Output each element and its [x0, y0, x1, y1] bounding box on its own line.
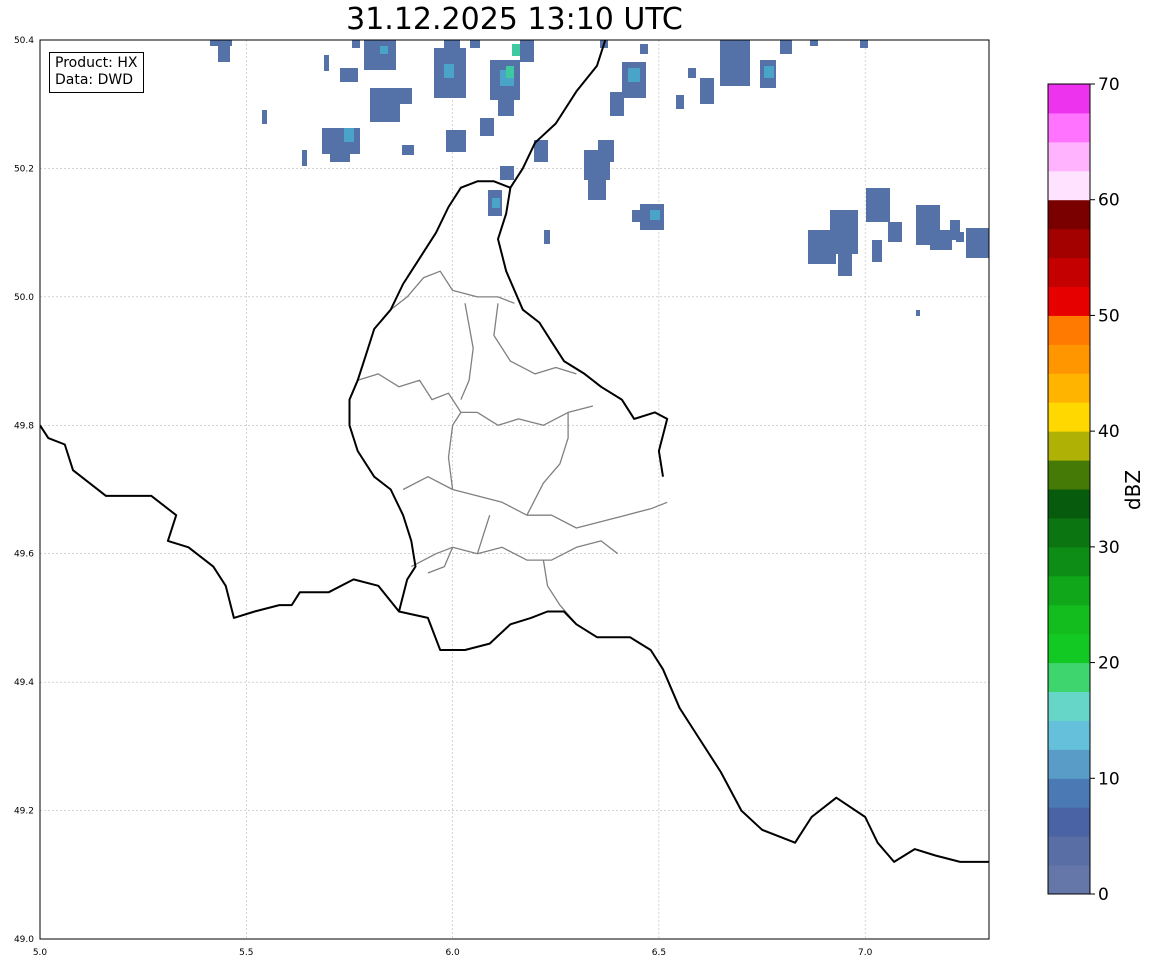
colorbar-segment	[1048, 286, 1090, 316]
colorbar-segment	[1048, 199, 1090, 230]
colorbar-segment	[1048, 141, 1090, 172]
radar-map: 5.0 5.5 6.0 6.5 7.0 49.0 49.2 49.4 49.6 49.8 50.0…	[14, 36, 1145, 958]
colorbar-label: dBZ	[1121, 470, 1145, 510]
product-label: Product: HX	[55, 55, 138, 71]
colorbar-segment	[1048, 720, 1090, 750]
y-tick-label: 49.4	[14, 678, 34, 688]
colorbar-segment	[1048, 170, 1090, 201]
x-tick-label: 7.0	[858, 948, 873, 958]
colorbar-segment	[1048, 865, 1090, 895]
colorbar-tick-label: 30	[1098, 538, 1120, 558]
colorbar-segment	[1048, 836, 1090, 866]
colorbar-segment	[1048, 575, 1090, 606]
colorbar-segment	[1048, 749, 1090, 779]
y-tick-label: 49.0	[14, 935, 34, 945]
colorbar-segment	[1048, 228, 1090, 259]
y-tick-label: 50.4	[14, 36, 34, 46]
colorbar-tick-label: 60	[1098, 191, 1120, 211]
x-tick-label: 5.0	[33, 948, 48, 958]
x-tick-label: 6.0	[445, 948, 460, 958]
colorbar-tick-label: 50	[1098, 306, 1120, 326]
colorbar: 0 10 20 30 40 50 60 70 dBZ	[1047, 75, 1145, 905]
y-tick-label: 50.0	[14, 293, 34, 303]
colorbar-segment	[1048, 315, 1090, 345]
colorbar-segment	[1048, 257, 1090, 287]
y-tick-label: 49.2	[14, 807, 34, 817]
colorbar-segment	[1048, 546, 1090, 577]
colorbar-segment	[1048, 517, 1090, 548]
info-box: Product: HX Data: DWD	[49, 52, 145, 93]
colorbar-tick-label: 70	[1098, 75, 1120, 95]
colorbar-segment	[1048, 431, 1090, 461]
colorbar-tick-label: 0	[1098, 885, 1109, 905]
y-tick-label: 49.8	[14, 421, 34, 431]
y-axis-ticks: 49.0 49.2 49.4 49.6 49.8 50.0 50.2 50.4	[14, 36, 34, 945]
colorbar-segment	[1048, 460, 1090, 490]
x-axis-ticks: 5.0 5.5 6.0 6.5 7.0	[33, 948, 873, 958]
colorbar-segment	[1048, 373, 1090, 403]
y-tick-label: 49.6	[14, 550, 34, 560]
colorbar-segment	[1048, 807, 1090, 837]
x-tick-label: 6.5	[652, 948, 666, 958]
colorbar-segment	[1048, 112, 1090, 143]
x-tick-label: 5.5	[239, 948, 253, 958]
colorbar-segment	[1048, 778, 1090, 808]
colorbar-segment	[1048, 633, 1090, 664]
y-tick-label: 50.2	[14, 164, 34, 174]
colorbar-tick-label: 40	[1098, 422, 1120, 442]
colorbar-tick-label: 20	[1098, 654, 1120, 674]
colorbar-segment	[1048, 344, 1090, 374]
colorbar-segment	[1048, 604, 1090, 635]
colorbar-segment	[1048, 662, 1090, 692]
colorbar-segment	[1048, 691, 1090, 721]
source-label: Data: DWD	[55, 72, 133, 88]
colorbar-tick-label: 10	[1098, 769, 1120, 789]
colorbar-segment	[1048, 402, 1090, 432]
colorbar-segment	[1048, 84, 1090, 114]
colorbar-segment	[1048, 489, 1090, 519]
